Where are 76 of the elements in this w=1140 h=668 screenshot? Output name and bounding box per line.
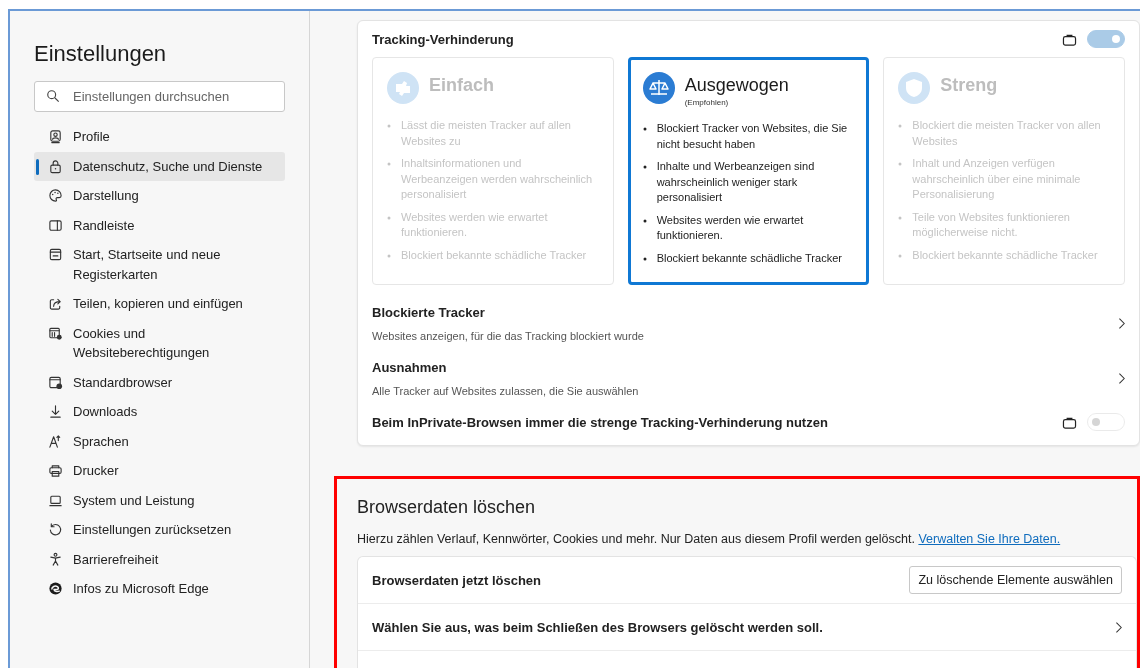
- bullet-icon: [642, 165, 647, 169]
- sidebar-item[interactable]: Randleiste: [34, 210, 285, 240]
- level-description: Websites werden wie erwartet funktionieren.: [656, 212, 805, 243]
- bullet-icon: [387, 124, 391, 128]
- choose-items-button[interactable]: Zu löschende Elemente auswählen: [909, 566, 1122, 594]
- sidebar-item[interactable]: Sprachen: [34, 426, 285, 456]
- row-title: Blockierte Tracker: [372, 305, 486, 320]
- search-field[interactable]: Einstellungen durchsuchen: [34, 81, 285, 112]
- download-icon: [48, 404, 63, 419]
- sidebar-item[interactable]: Infos zu Microsoft Edge: [34, 574, 285, 604]
- section-heading: Browserdaten löschen: [357, 497, 537, 518]
- settings-row[interactable]: Blockierte Tracker Websites anzeigen, für die das Tracking blockiert wurde: [372, 297, 1125, 352]
- row-title: Wählen Sie aus, was beim Schließen des Browsers gelöscht werden soll.: [372, 619, 823, 635]
- browser-logo-icon: [48, 581, 63, 596]
- toggle-switch[interactable]: [1087, 413, 1125, 431]
- tracking-level-card[interactable]: [627, 57, 870, 285]
- palette-icon: [48, 188, 63, 203]
- browser-check-icon: [48, 374, 63, 390]
- chevron-right-icon: [1117, 317, 1125, 330]
- shield-icon: [898, 72, 931, 104]
- row-title: Ausnahmen: [372, 360, 448, 375]
- row-description: Alle Tracker auf Websites zulassen, die Sie auswählen: [372, 385, 639, 397]
- level-title: Streng: [940, 74, 998, 97]
- share-icon: [48, 296, 63, 311]
- language-icon: [48, 433, 63, 449]
- section-description: Hierzu zählen Verlauf, Kennwörter, Cookies und mehr. Nur Daten aus diesem Profil werden gelöscht. Verwalten Sie Ihre Daten.: [357, 532, 1062, 546]
- toggle-switch[interactable]: [1087, 30, 1125, 48]
- sidebar-icon: [48, 217, 63, 233]
- sidebar-item[interactable]: Datenschutz, Suche und Dienste: [34, 151, 285, 181]
- sidebar-item[interactable]: Drucker: [34, 456, 285, 486]
- level-description: Websites werden wie erwartet funktionieren.: [401, 209, 549, 240]
- sidebar-item[interactable]: Downloads: [34, 397, 285, 427]
- level-description: Blockiert die meisten Tracker von allen Websites: [912, 118, 1102, 149]
- level-description: Blockiert bekannte schädliche Tracker: [656, 250, 842, 266]
- window-icon: [48, 247, 63, 262]
- bullet-icon: [387, 162, 391, 166]
- profile-icon: [48, 129, 63, 144]
- row-title: Browserdaten jetzt löschen: [372, 572, 542, 588]
- level-description: Teile von Websites funktionieren möglicherweise nicht.: [912, 209, 1071, 240]
- lock-icon: [48, 158, 63, 174]
- sidebar-item[interactable]: Barrierefreiheit: [34, 544, 285, 574]
- settings-title: Einstellungen: [34, 41, 168, 67]
- level-description: Inhaltsinformationen und Werbeanzeigen werden wahrscheinlich personalisiert: [401, 156, 594, 202]
- bullet-icon: [898, 253, 903, 258]
- sidebar-item[interactable]: Teilen, kopieren und einfügen: [34, 289, 285, 319]
- bullet-icon: [642, 127, 647, 131]
- settings-row[interactable]: Ausnahmen Alle Tracker auf Websites zulassen, die Sie auswählen: [372, 352, 1125, 407]
- chevron-right-icon: [1117, 372, 1125, 385]
- setting-label: Beim InPrivate-Browsen immer die strenge Tracking-Verhinderung nutzen: [372, 414, 828, 430]
- sidebar-item[interactable]: Start, Startseite und neue Registerkarten: [34, 240, 285, 289]
- sidebar-item[interactable]: Profile: [34, 122, 285, 152]
- section-title: Tracking-Verhinderung: [372, 31, 514, 47]
- level-description: Blockiert bekannte schädliche Tracker: [401, 247, 587, 263]
- printer-icon: [48, 463, 63, 478]
- sidebar-item[interactable]: Einstellungen zurücksetzen: [34, 515, 285, 545]
- level-title: Einfach: [429, 74, 494, 97]
- reset-icon: [48, 522, 63, 537]
- sidebar-item[interactable]: Darstellung: [34, 181, 285, 211]
- sidebar-item[interactable]: System und Leistung: [34, 485, 285, 515]
- chevron-right-icon: [1114, 620, 1122, 634]
- level-description: Inhalt und Anzeigen verfügen wahrscheinlich über eine minimale Personalisierung: [912, 156, 1082, 202]
- bullet-icon: [898, 215, 903, 220]
- level-subtitle: (Empfohlen): [684, 98, 730, 107]
- level-description: Blockiert Tracker von Websites, die Sie nicht besucht haben: [656, 121, 849, 152]
- sidebar-item[interactable]: Cookies und Websiteberechtigungen: [34, 318, 285, 368]
- accessibility-icon: [48, 551, 63, 567]
- level-title: Ausgewogen: [684, 74, 789, 97]
- row-description: Websites anzeigen, für die das Tracking blockiert wurde: [372, 330, 644, 342]
- bullet-icon: [642, 218, 647, 223]
- puzzle-icon: [387, 72, 419, 104]
- cookie-settings-icon: [48, 325, 63, 341]
- scales-icon: [642, 72, 675, 104]
- level-description: Inhalte und Werbeanzeigen sind wahrscheinlich weniger stark personalisiert: [656, 159, 816, 205]
- bullet-icon: [642, 256, 647, 261]
- sidebar-item[interactable]: Standardbrowser: [34, 367, 285, 397]
- manage-data-link[interactable]: Verwalten Sie Ihre Daten.: [918, 532, 1061, 546]
